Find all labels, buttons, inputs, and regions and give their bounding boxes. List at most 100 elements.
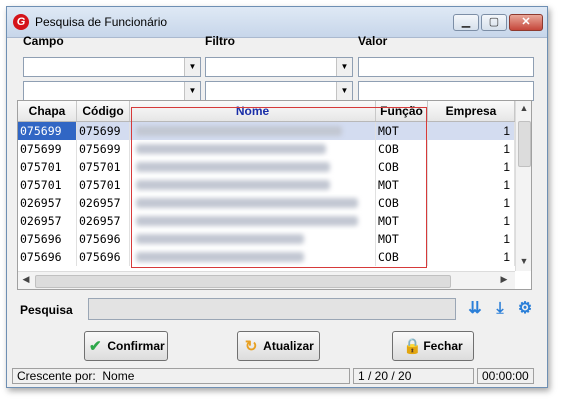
vertical-scrollbar[interactable]: ▲ ▼ [515, 101, 531, 271]
table-row[interactable]: 075699 075699 MOT 1 [18, 122, 515, 140]
col-header-funcao[interactable]: Função [376, 101, 428, 121]
filtro-label: Filtro [205, 34, 235, 48]
cell-empresa: 1 [428, 140, 515, 158]
cell-nome-redacted [130, 176, 376, 194]
valor-input-2[interactable] [358, 81, 534, 101]
cell-chapa: 075696 [18, 230, 77, 248]
cell-codigo: 026957 [77, 194, 130, 212]
cell-chapa: 075701 [18, 176, 77, 194]
cell-funcao: MOT [376, 212, 428, 230]
col-header-empresa[interactable]: Empresa [428, 101, 515, 121]
search-input[interactable] [88, 298, 456, 320]
campo-select-2[interactable]: ▼ [23, 81, 201, 101]
valor-label: Valor [358, 34, 388, 48]
cell-codigo: 026957 [77, 212, 130, 230]
horizontal-scroll-thumb[interactable] [35, 275, 451, 288]
minimize-button[interactable]: ▁ [453, 14, 479, 31]
refresh-label: Atualizar [263, 339, 314, 353]
cell-empresa: 1 [428, 248, 515, 266]
cell-codigo: 075701 [77, 158, 130, 176]
cell-chapa: 075696 [18, 248, 77, 266]
cell-nome-redacted [130, 248, 376, 266]
cell-funcao: MOT [376, 176, 428, 194]
table-row[interactable]: 075696 075696 MOT 1 [18, 230, 515, 248]
horizontal-scrollbar[interactable]: ◀ ▶ [18, 271, 515, 289]
sort-field: Nome [102, 369, 135, 383]
cell-codigo: 075696 [77, 248, 130, 266]
maximize-button[interactable]: ▢ [481, 14, 507, 31]
filtro-select-2[interactable]: ▼ [205, 81, 353, 101]
scroll-left-icon[interactable]: ◀ [18, 274, 34, 285]
cell-chapa: 075699 [18, 122, 77, 140]
confirm-label: Confirmar [107, 339, 165, 353]
cell-funcao: COB [376, 248, 428, 266]
table-row[interactable]: 026957 026957 COB 1 [18, 194, 515, 212]
vertical-scroll-thumb[interactable] [518, 121, 531, 167]
campo-select-1[interactable]: ▼ [23, 57, 201, 77]
cell-nome-redacted [130, 194, 376, 212]
cell-empresa: 1 [428, 194, 515, 212]
cell-nome-redacted [130, 140, 376, 158]
filtro-select-1[interactable]: ▼ [205, 57, 353, 77]
cell-codigo: 075696 [77, 230, 130, 248]
cell-codigo: 075699 [77, 140, 130, 158]
cell-chapa: 075699 [18, 140, 77, 158]
cell-codigo: 075699 [77, 122, 130, 140]
cell-chapa: 026957 [18, 212, 77, 230]
table-row[interactable]: 075699 075699 COB 1 [18, 140, 515, 158]
cell-chapa: 075701 [18, 158, 77, 176]
window-title: Pesquisa de Funcionário [35, 15, 168, 29]
chevron-down-icon[interactable]: ▼ [184, 82, 200, 100]
confirm-button[interactable]: ✔ Confirmar [84, 331, 168, 361]
cell-funcao: COB [376, 194, 428, 212]
refresh-icon: ↻ [244, 337, 258, 355]
timer-panel: 00:00:00 [477, 368, 534, 384]
search-label: Pesquisa [20, 303, 73, 317]
scroll-down-icon[interactable]: ▼ [516, 256, 531, 266]
cell-empresa: 1 [428, 176, 515, 194]
employee-grid[interactable]: Chapa Código Nome Função Empresa 075699 … [17, 100, 532, 290]
col-header-chapa[interactable]: Chapa [18, 101, 77, 121]
table-row[interactable]: 026957 026957 MOT 1 [18, 212, 515, 230]
sort-status-panel: Crescente por: Nome [12, 368, 350, 384]
expand-all-icon[interactable]: ⇊ [466, 300, 484, 318]
close-window-button[interactable]: ✕ [509, 14, 543, 31]
table-row[interactable]: 075696 075696 COB 1 [18, 248, 515, 266]
cell-funcao: MOT [376, 230, 428, 248]
status-bar: Crescente por: Nome 1 / 20 / 20 00:00:00 [12, 368, 534, 385]
cell-empresa: 1 [428, 230, 515, 248]
col-header-codigo[interactable]: Código [77, 101, 130, 121]
gear-icon[interactable]: ⚙ [516, 300, 534, 318]
cell-codigo: 075701 [77, 176, 130, 194]
pagination-panel: 1 / 20 / 20 [353, 368, 474, 384]
close-button[interactable]: 🔒Fechar [392, 331, 474, 361]
scroll-up-icon[interactable]: ▲ [516, 103, 531, 113]
cell-nome-redacted [130, 230, 376, 248]
cell-funcao: COB [376, 140, 428, 158]
title-bar[interactable]: G Pesquisa de Funcionário ▁ ▢ ✕ [7, 7, 547, 38]
cell-nome-redacted [130, 158, 376, 176]
cell-funcao: MOT [376, 122, 428, 140]
scroll-right-icon[interactable]: ▶ [496, 274, 512, 285]
chevron-down-icon[interactable]: ▼ [336, 82, 352, 100]
grid-header: Chapa Código Nome Função Empresa [18, 101, 515, 122]
chevron-down-icon[interactable]: ▼ [184, 58, 200, 76]
cell-empresa: 1 [428, 158, 515, 176]
table-row[interactable]: 075701 075701 MOT 1 [18, 176, 515, 194]
cell-nome-redacted [130, 212, 376, 230]
campo-label: Campo [23, 34, 64, 48]
valor-input-1[interactable] [358, 57, 534, 77]
app-logo-icon: G [13, 14, 29, 30]
col-header-nome[interactable]: Nome [130, 101, 376, 121]
scroll-to-bottom-icon[interactable]: ⤓ [491, 300, 509, 318]
refresh-button[interactable]: ↻ Atualizar [237, 331, 320, 361]
lock-icon: 🔒 [403, 337, 422, 355]
cell-nome-redacted [130, 122, 376, 140]
sort-label: Crescente por: [17, 369, 96, 383]
check-icon: ✔ [89, 337, 102, 355]
table-row[interactable]: 075701 075701 COB 1 [18, 158, 515, 176]
cell-empresa: 1 [428, 212, 515, 230]
cell-funcao: COB [376, 158, 428, 176]
cell-empresa: 1 [428, 122, 515, 140]
chevron-down-icon[interactable]: ▼ [336, 58, 352, 76]
